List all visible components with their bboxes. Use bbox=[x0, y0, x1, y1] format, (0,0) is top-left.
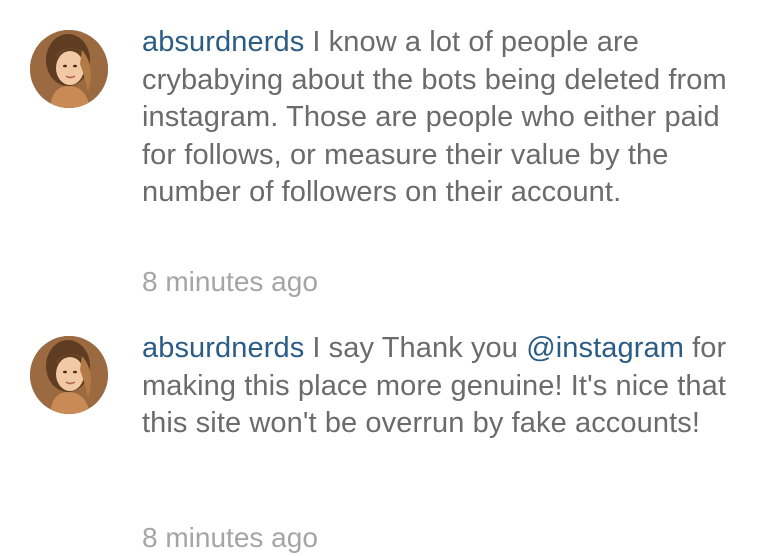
avatar[interactable] bbox=[30, 30, 108, 108]
mention-link[interactable]: @instagram bbox=[526, 332, 684, 364]
username-link[interactable]: absurdnerds bbox=[142, 332, 304, 364]
comment-body: absurdnerds I know a lot of people are cr… bbox=[142, 24, 742, 212]
comment-text-before-mention: I say Thank you bbox=[312, 332, 527, 364]
avatar[interactable] bbox=[30, 336, 108, 414]
username-link[interactable]: absurdnerds bbox=[142, 26, 304, 58]
profile-photo-icon bbox=[30, 336, 108, 414]
comment-body: absurdnerds I say Thank you @instagram fo… bbox=[142, 330, 742, 443]
profile-photo-icon bbox=[30, 30, 108, 108]
comment-timestamp: 8 minutes ago bbox=[142, 266, 318, 297]
comment-timestamp: 8 minutes ago bbox=[142, 522, 318, 553]
